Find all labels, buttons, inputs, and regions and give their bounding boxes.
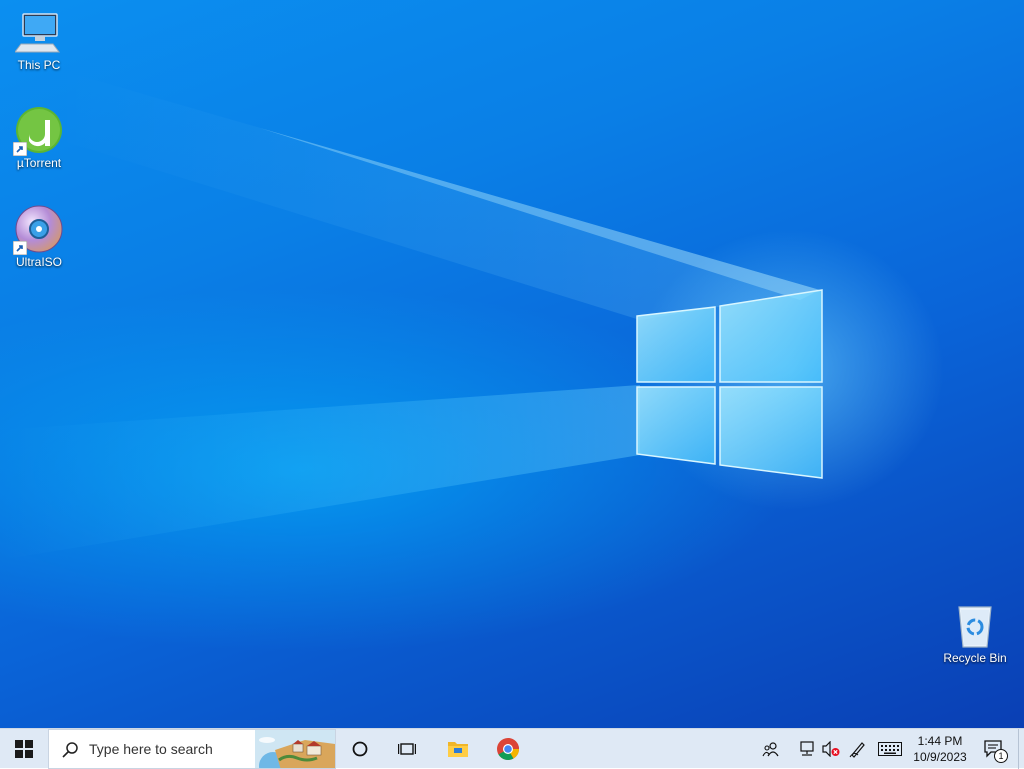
shortcut-arrow-icon — [13, 142, 27, 156]
network-tray-button[interactable] — [796, 729, 818, 769]
wallpaper-light-beams — [0, 70, 820, 560]
ultraiso-disc-icon — [13, 205, 63, 255]
clock-date: 10/9/2023 — [913, 750, 967, 764]
search-highlight-illustration-icon — [255, 730, 335, 768]
chrome-icon — [497, 738, 519, 760]
clock-time: 1:44 PM — [917, 734, 963, 748]
action-center-button[interactable]: 1 — [978, 729, 1008, 769]
search-placeholder: Type here to search — [89, 741, 213, 757]
touch-keyboard-button[interactable] — [876, 729, 904, 769]
windows-start-icon — [15, 740, 33, 758]
taskbar-clock[interactable]: 1:44 PM 10/9/2023 — [906, 729, 974, 769]
pen-workspace-icon — [849, 742, 865, 758]
shortcut-arrow-icon — [13, 241, 27, 255]
chrome-taskbar-button[interactable] — [486, 729, 530, 769]
show-desktop-button[interactable] — [1018, 729, 1024, 769]
people-button[interactable] — [758, 729, 784, 769]
cortana-circle-icon — [352, 741, 368, 757]
cortana-button[interactable] — [338, 729, 382, 769]
desktop-icon-label: UltraISO — [15, 255, 62, 269]
desktop-icon-label: Recycle Bin — [943, 651, 1007, 665]
desktop-icon-label: This PC — [17, 58, 61, 72]
file-explorer-taskbar-button[interactable] — [436, 729, 480, 769]
utorrent-icon — [13, 106, 63, 156]
file-explorer-icon — [448, 742, 468, 757]
desktop-icon-recycle-bin[interactable]: Recycle Bin — [937, 601, 1013, 665]
search-icon — [62, 742, 78, 758]
volume-tray-button[interactable] — [820, 729, 842, 769]
task-view-button[interactable] — [385, 729, 429, 769]
people-icon — [762, 742, 779, 757]
start-button[interactable] — [0, 729, 48, 769]
volume-muted-icon — [822, 741, 840, 757]
desktop-icon-this-pc[interactable]: This PC — [1, 8, 77, 72]
notification-count-badge: 1 — [994, 749, 1008, 763]
touch-keyboard-icon — [878, 742, 902, 756]
desktop-icon-ultraiso[interactable]: UltraISO — [1, 205, 77, 269]
pen-workspace-button[interactable] — [846, 729, 870, 769]
desktop-icon-utorrent[interactable]: µTorrent — [1, 106, 77, 170]
network-icon — [800, 741, 814, 756]
taskbar: Type here to search 1:44 PM 10/9/2023 1 — [0, 728, 1024, 769]
taskbar-search-box[interactable]: Type here to search — [48, 729, 336, 769]
this-pc-icon — [14, 8, 63, 56]
recycle-bin-icon — [951, 601, 999, 649]
desktop-wallpaper[interactable]: This PC µTorrent UltraISO Recycle Bin — [0, 0, 1024, 728]
windows-logo-wallpaper — [636, 289, 823, 479]
task-view-icon — [398, 743, 416, 755]
desktop-icon-label: µTorrent — [16, 156, 62, 170]
